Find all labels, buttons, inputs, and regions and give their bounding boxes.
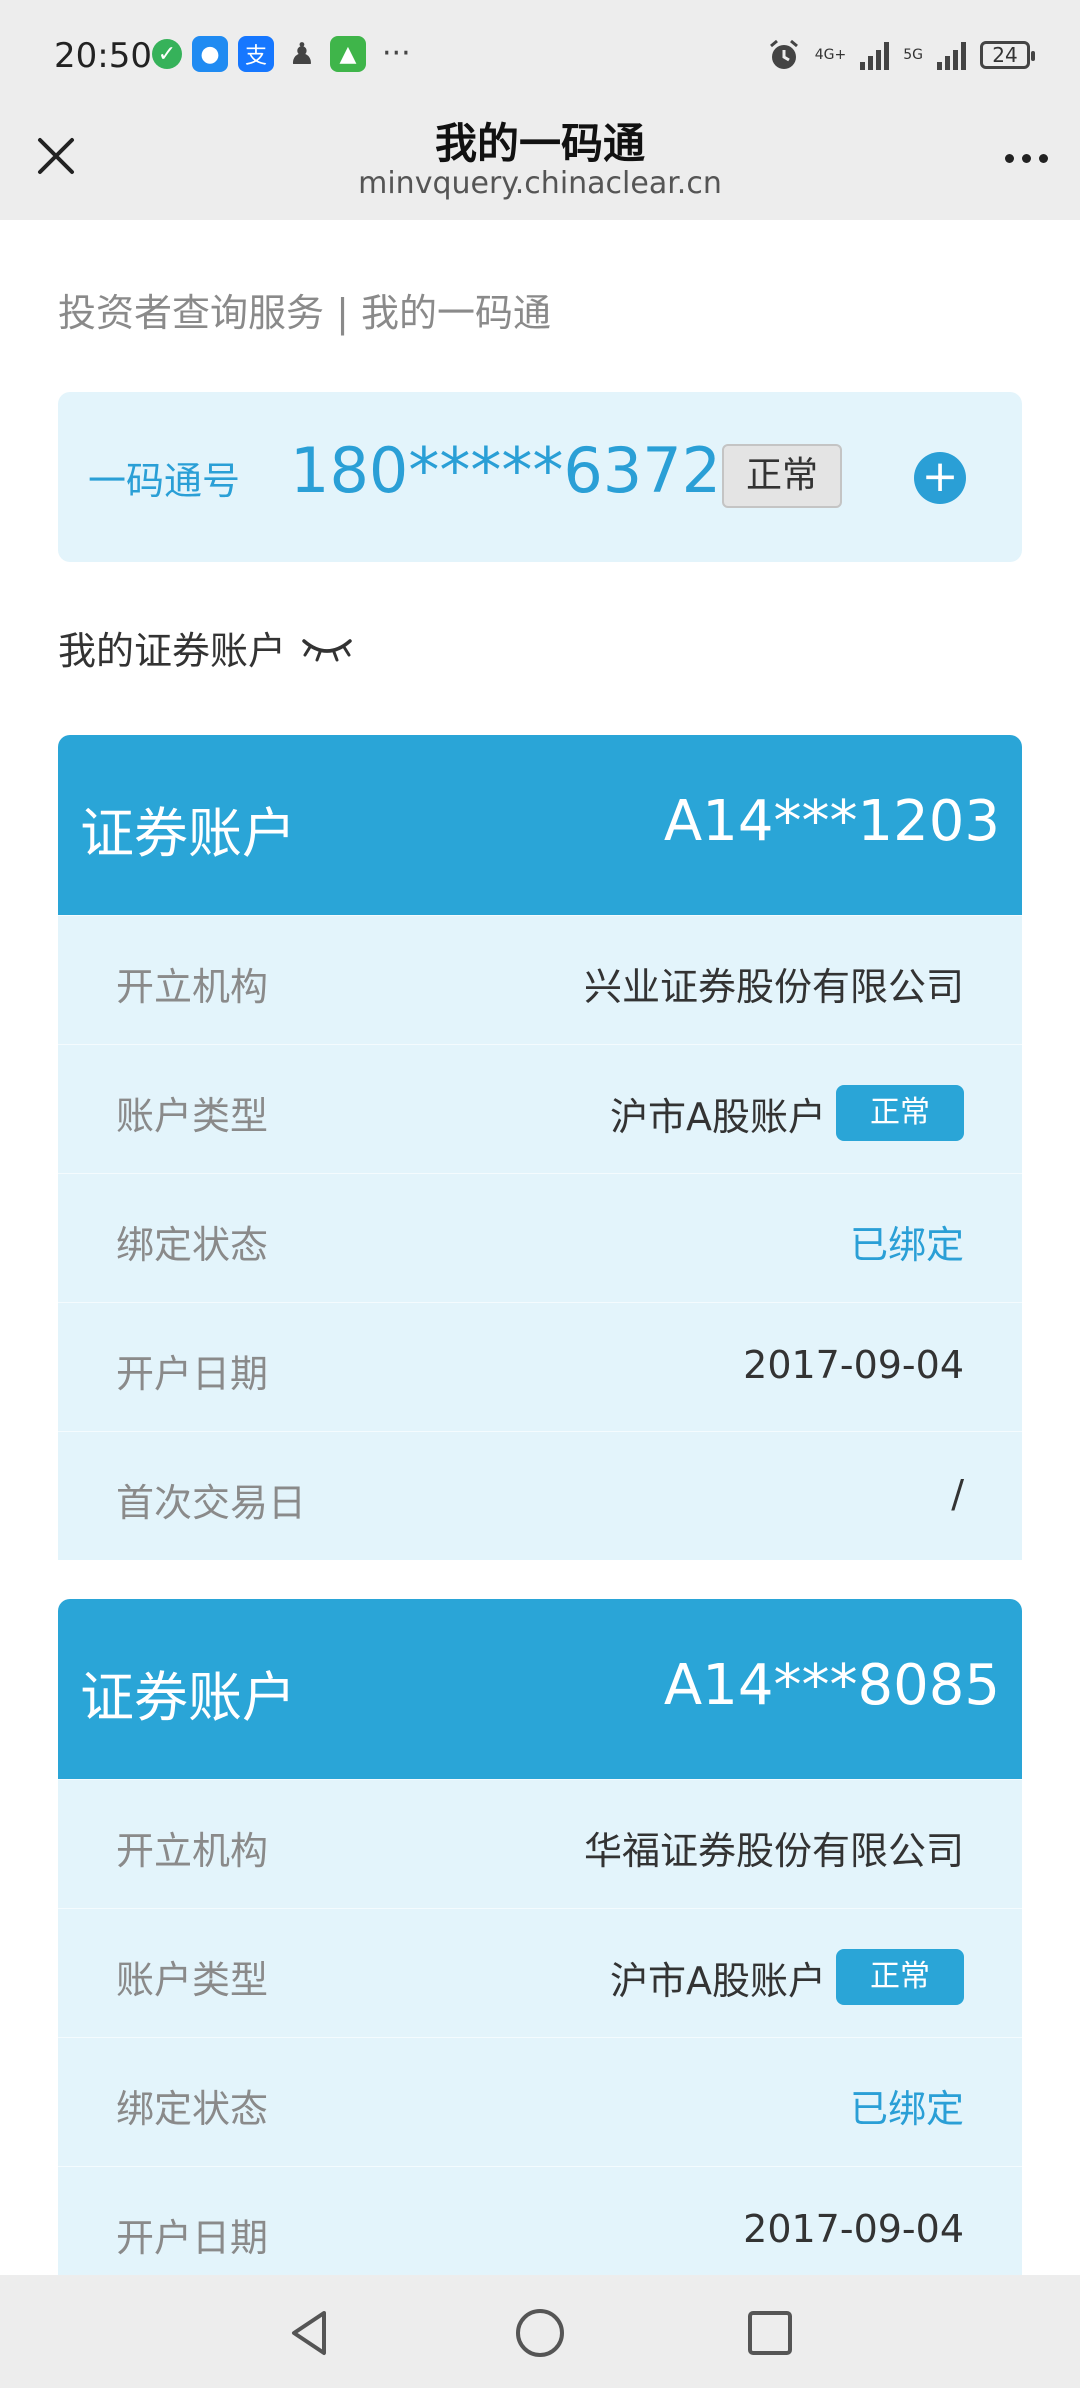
id-card: 一码通号 180*****6372 正常 + [58, 392, 1022, 562]
id-label: 一码通号 [88, 459, 241, 503]
shield-check-icon: ✓ [152, 39, 182, 69]
account-header: 证券账户 A14***1203 [58, 735, 1022, 915]
account-card: 证券账户 A14***1203 开立机构 兴业证券股份有限公司 账户类型 沪市A… [58, 735, 1022, 1560]
dot-icon [1021, 153, 1031, 163]
account-row-bind: 绑定状态 已绑定 [58, 2037, 1022, 2166]
network-5g-label: 5G [903, 47, 923, 63]
row-key: 开户日期 [116, 2216, 269, 2260]
account-row-institution: 开立机构 兴业证券股份有限公司 [58, 915, 1022, 1044]
account-number: A14***1203 [663, 789, 1000, 854]
signal-icon [860, 40, 890, 70]
dot-icon [1038, 153, 1048, 163]
title-bar: 我的一码通 minvquery.chinaclear.cn [0, 110, 1080, 220]
row-key: 绑定状态 [116, 2087, 269, 2131]
status-badge: 正常 [836, 1949, 964, 2005]
section-title: 我的证券账户 [58, 620, 354, 675]
breadcrumb: 投资者查询服务 | 我的一码通 [58, 291, 551, 335]
system-nav-bar [0, 2275, 1080, 2388]
status-right: 4G+ 5G 24 [767, 38, 1035, 72]
row-value: 沪市A股账户 正常 [610, 1949, 964, 2005]
plus-circle-icon[interactable]: + [914, 452, 966, 504]
section-title-text: 我的证券账户 [58, 629, 287, 673]
account-number: A14***8085 [663, 1653, 1000, 1718]
account-row-open-date: 开户日期 2017-09-04 [58, 1302, 1022, 1431]
qq-icon: ♟ [288, 36, 316, 72]
account-row-type: 账户类型 沪市A股账户 正常 [58, 1044, 1022, 1173]
dot-icon [1004, 153, 1014, 163]
battery-icon: 24 [980, 41, 1035, 69]
more-notifications-icon: ··· [382, 36, 411, 71]
row-value: 沪市A股账户 正常 [610, 1085, 964, 1141]
row-value: / [951, 1472, 964, 1516]
account-row-bind: 绑定状态 已绑定 [58, 1173, 1022, 1302]
page-content[interactable]: 投资者查询服务 | 我的一码通 一码通号 180*****6372 正常 + 我… [0, 220, 1080, 2275]
notification-icons: ✓ ● 支 ♟ ▲ ··· [152, 36, 411, 72]
bind-status-link[interactable]: 已绑定 [850, 2078, 964, 2133]
eye-closed-icon[interactable] [300, 633, 354, 663]
row-value: 2017-09-04 [743, 1343, 964, 1387]
account-header: 证券账户 A14***8085 [58, 1599, 1022, 1779]
row-key: 开立机构 [116, 965, 269, 1009]
row-key: 开户日期 [116, 1352, 269, 1396]
battery-level: 24 [992, 43, 1018, 67]
network-4g-label: 4G+ [814, 47, 847, 63]
row-key: 首次交易日 [116, 1481, 307, 1525]
more-menu-button[interactable] [992, 134, 1060, 182]
signal-icon-2 [937, 40, 966, 70]
row-key: 开立机构 [116, 1829, 269, 1873]
account-row-first-trade: 首次交易日 / [58, 1431, 1022, 1560]
page-title: 我的一码通 [434, 119, 645, 168]
row-key: 账户类型 [116, 1958, 269, 2002]
game-app-icon: ▲ [330, 36, 366, 72]
status-bar: 20:50 ✓ ● 支 ♟ ▲ ··· 4G+ 5G 24 [0, 0, 1080, 110]
account-card: 证券账户 A14***8085 开立机构 华福证券股份有限公司 账户类型 沪市A… [58, 1599, 1022, 2275]
row-value: 2017-09-04 [743, 2207, 964, 2251]
account-type-text: 沪市A股账户 [610, 1094, 826, 1139]
alarm-icon [769, 39, 798, 69]
status-time: 20:50 [54, 36, 152, 76]
home-circle-icon[interactable] [512, 2305, 568, 2361]
row-value: 兴业证券股份有限公司 [583, 965, 964, 1009]
account-type-text: 沪市A股账户 [610, 1958, 826, 2003]
account-header-label: 证券账户 [80, 802, 296, 865]
bind-status-link[interactable]: 已绑定 [850, 1214, 964, 1269]
row-key: 账户类型 [116, 1094, 269, 1138]
id-status-badge: 正常 [722, 444, 842, 508]
account-row-open-date: 开户日期 2017-09-04 [58, 2166, 1022, 2275]
page-url: minvquery.chinaclear.cn [358, 166, 722, 201]
back-triangle-icon[interactable] [282, 2305, 338, 2361]
account-row-institution: 开立机构 华福证券股份有限公司 [58, 1779, 1022, 1908]
alipay-icon: 支 [238, 36, 274, 72]
id-number: 180*****6372 [290, 434, 722, 507]
account-row-type: 账户类型 沪市A股账户 正常 [58, 1908, 1022, 2037]
account-header-label: 证券账户 [80, 1666, 296, 1729]
chat-app-icon: ● [192, 36, 228, 72]
status-badge: 正常 [836, 1085, 964, 1141]
recents-square-icon[interactable] [742, 2305, 798, 2361]
row-key: 绑定状态 [116, 1223, 269, 1267]
row-value: 华福证券股份有限公司 [583, 1829, 964, 1873]
